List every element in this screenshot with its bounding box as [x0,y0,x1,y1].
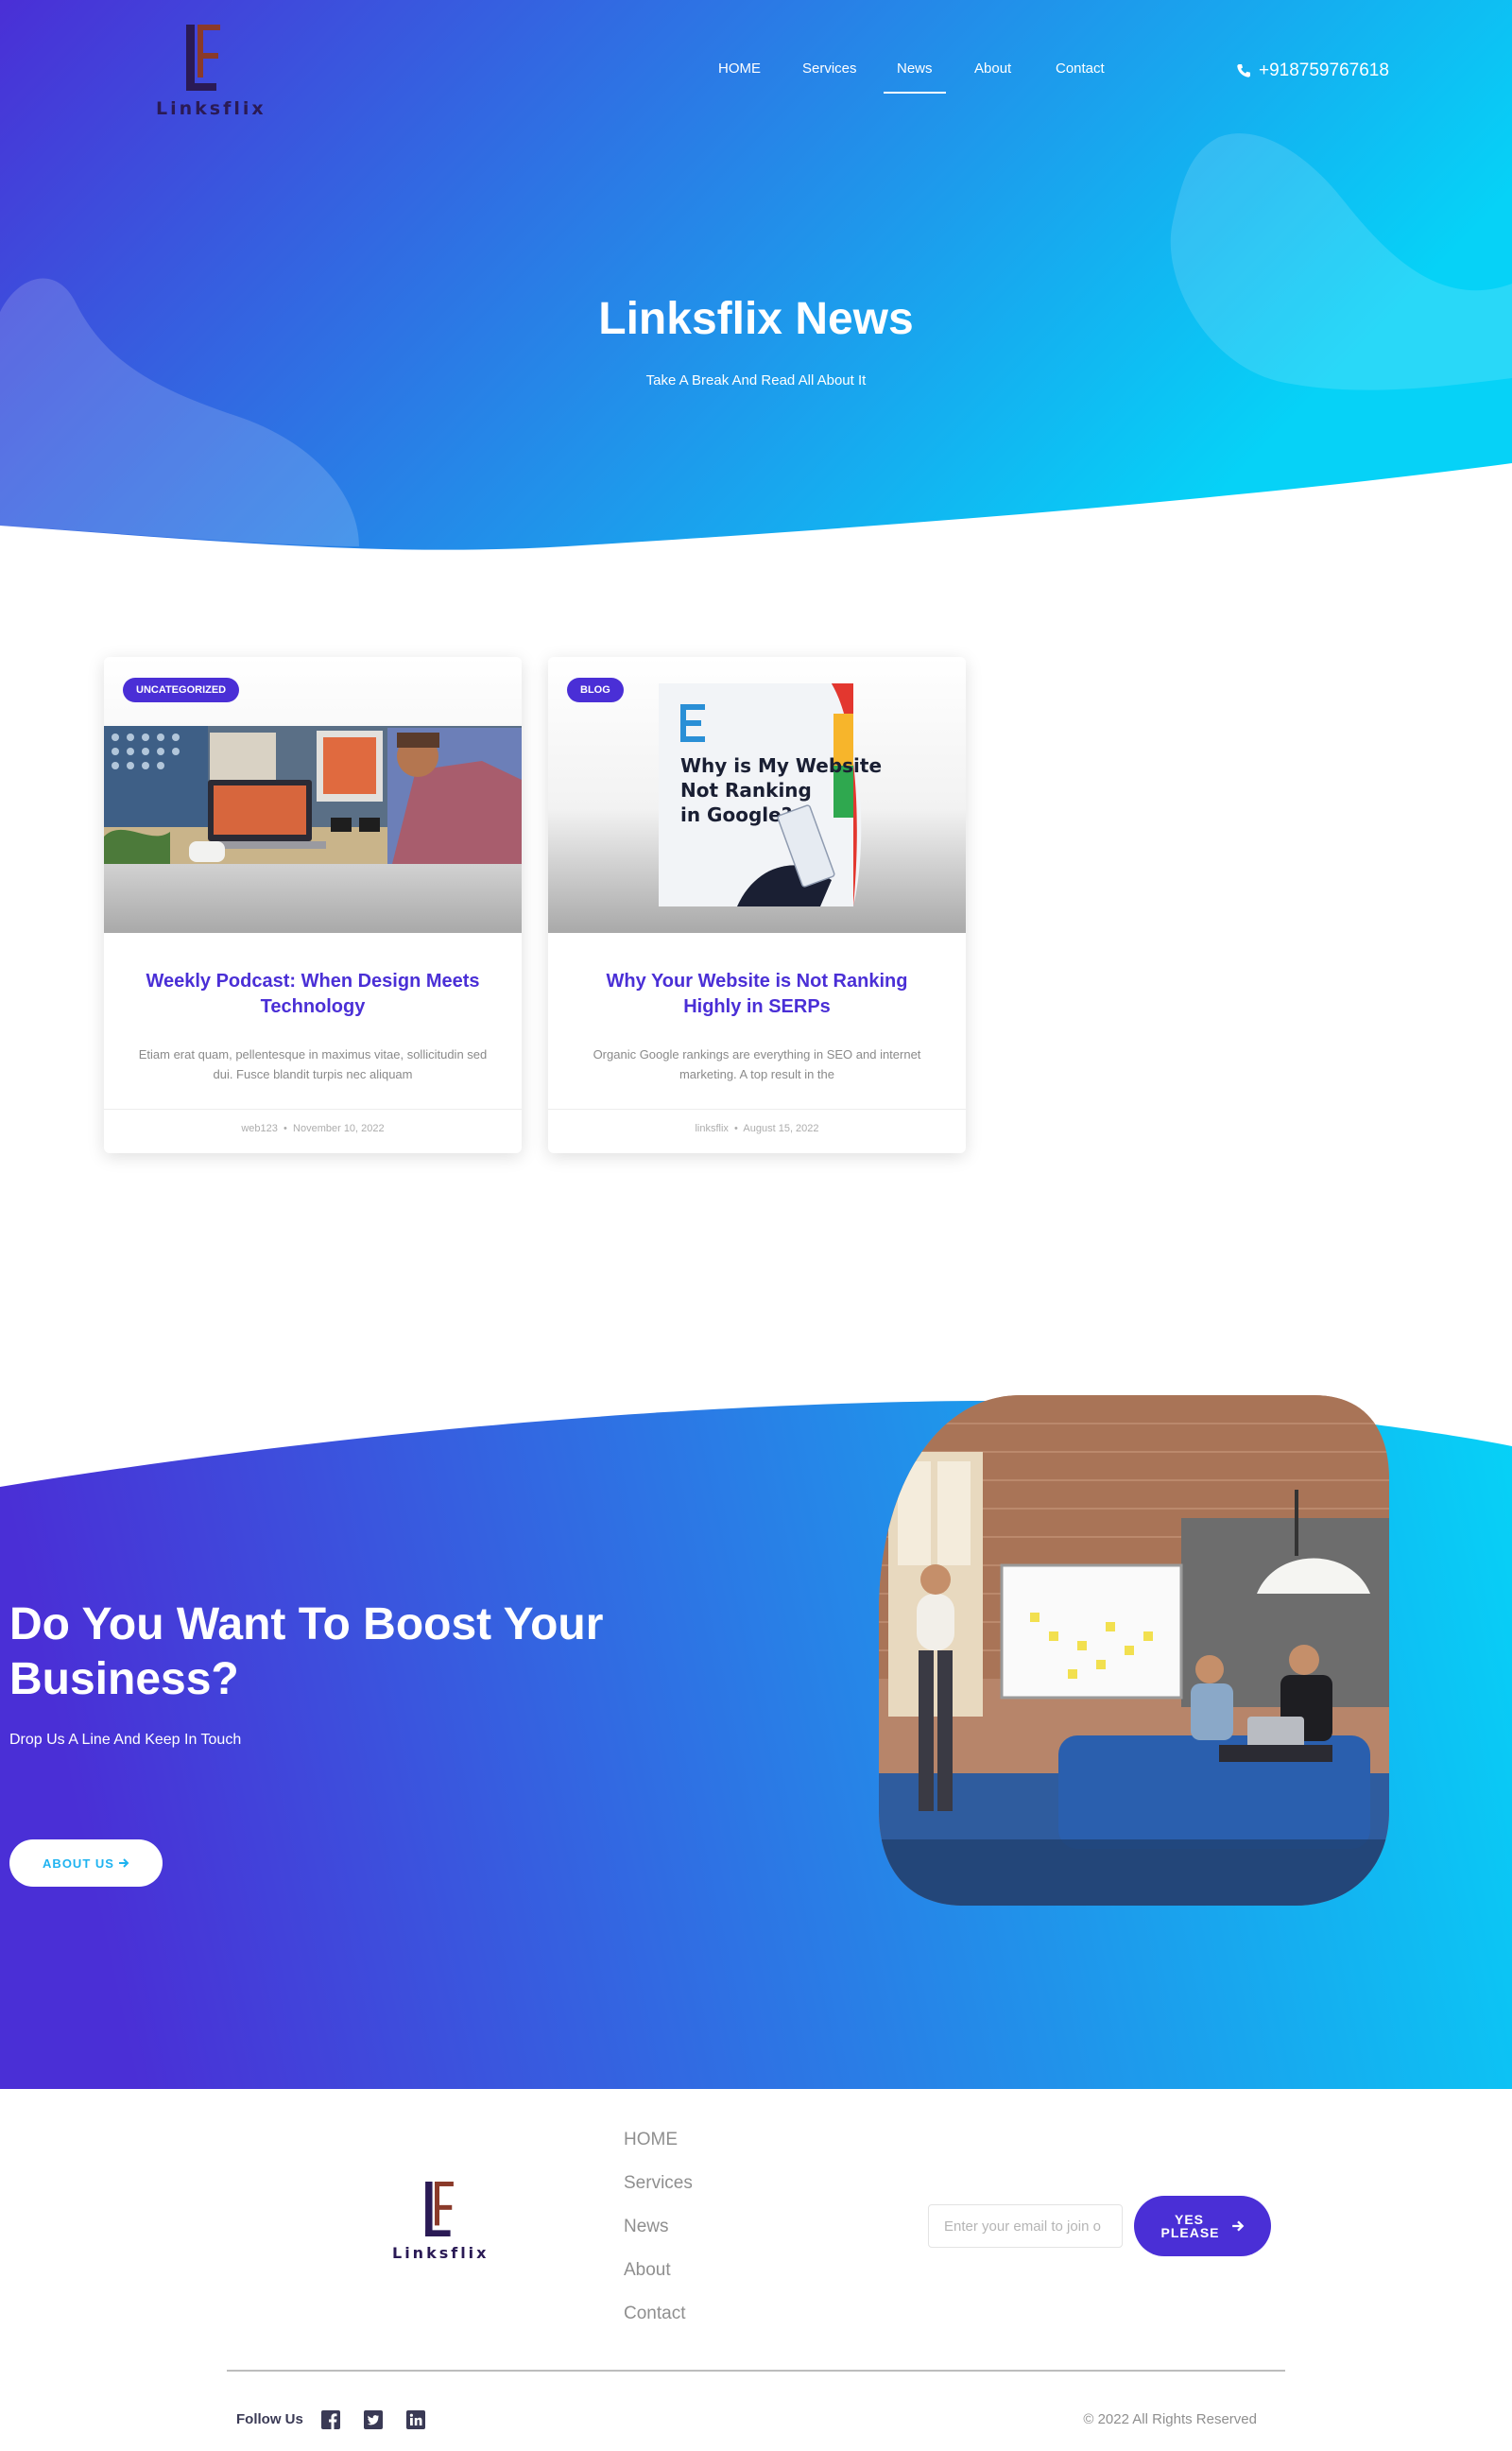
page-title: Linksflix News [598,294,914,344]
post-card[interactable]: UNCATEGORIZED Weekly Podcast: When Desig… [104,657,522,1153]
post-author: web123 [241,1123,278,1134]
post-date: November 10, 2022 [293,1123,385,1134]
post-title[interactable]: Why Your Website is Not Ranking Highly i… [576,969,937,1020]
linkedin-icon[interactable] [406,2410,425,2429]
footer-nav-about[interactable]: About [624,2260,671,2281]
graphic-text-line-3: in Google? [680,803,792,826]
footer-nav-home[interactable]: HOME [624,2130,678,2150]
about-us-button-label: ABOUT US [43,1856,114,1871]
category-badge[interactable]: BLOG [567,678,624,702]
phone-link[interactable]: +918759767618 [1236,59,1389,83]
page-subtitle: Take A Break And Read All About It [645,372,867,388]
post-thumbnail[interactable]: Why is My Website Not Ranking in Google?… [548,657,966,933]
arrow-right-icon [118,1858,129,1868]
post-excerpt: Etiam erat quam, pellentesque in maximus… [138,1047,488,1081]
copyright-text: © 2022 All Rights Reserved [1083,2411,1257,2427]
nav-home[interactable]: HOME [718,59,761,96]
linksflix-e-logo-icon [425,2182,454,2236]
footer-nav-services[interactable]: Services [624,2173,693,2194]
meta-separator: • [734,1123,738,1134]
footer-divider [227,2370,1285,2372]
post-author: linksflix [695,1123,729,1134]
logo-wordmark: Linksflix [392,2244,490,2262]
subscribe-button-label: YES PLEASE [1160,2212,1220,2240]
cta-title: Do You Want To Boost Your Business? [9,1599,604,1704]
hero-section: Linksflix HOME Services News About Conta… [0,0,1512,567]
phone-number: +918759767618 [1259,60,1389,80]
nav-services[interactable]: Services [802,59,857,96]
subscribe-button[interactable]: YES PLEASE [1134,2196,1271,2256]
footer-nav-news[interactable]: News [624,2217,669,2237]
post-date: August 15, 2022 [743,1123,819,1134]
nav-about[interactable]: About [974,59,1011,96]
follow-us-label: Follow Us [236,2411,303,2427]
nav-contact[interactable]: Contact [1056,59,1105,96]
facebook-icon[interactable] [321,2410,340,2429]
graphic-text-line-2: Not Ranking [680,779,812,802]
arrow-right-icon [1231,2220,1244,2232]
phone-icon [1237,64,1250,78]
footer-nav-contact[interactable]: Contact [624,2304,685,2324]
team-meeting-office-photo [879,1395,1389,1906]
post-title[interactable]: Weekly Podcast: When Design Meets Techno… [132,969,493,1020]
twitter-icon[interactable] [364,2410,383,2429]
about-us-button[interactable]: ABOUT US [9,1839,163,1887]
graphic-text-line-1: Why is My Website [680,754,882,777]
cta-section: Do You Want To Boost Your Business? Drop… [0,1380,1512,2089]
post-meta: web123 • November 10, 2022 [104,1123,522,1134]
cta-subtitle: Drop Us A Line And Keep In Touch [9,1732,242,1748]
post-excerpt: Organic Google rankings are everything i… [593,1047,921,1081]
nav-news[interactable]: News [884,59,945,96]
post-thumbnail[interactable]: UNCATEGORIZED [104,657,522,933]
category-badge[interactable]: UNCATEGORIZED [123,678,240,702]
footer-logo[interactable]: Linksflix [392,2182,487,2267]
post-meta-bar: linksflix • August 15, 2022 [548,1109,966,1153]
post-meta: linksflix • August 15, 2022 [548,1123,966,1134]
newsletter-email-input[interactable] [928,2204,1123,2248]
post-card[interactable]: Why is My Website Not Ranking in Google?… [548,657,966,1153]
post-meta-bar: web123 • November 10, 2022 [104,1109,522,1153]
meta-separator: • [284,1123,287,1134]
logo-wordmark: Linksflix [156,98,266,119]
